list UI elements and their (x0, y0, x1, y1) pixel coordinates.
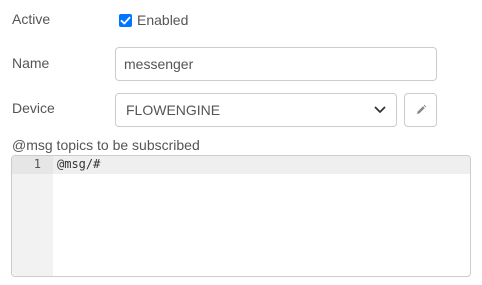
active-label: Active (12, 11, 51, 27)
active-row: Active Enabled (0, 0, 482, 40)
topics-label: @msg topics to be subscribed (12, 137, 200, 153)
device-row: Device FLOWENGINE (0, 92, 482, 128)
pencil-icon (416, 104, 426, 114)
checkmark-icon (120, 16, 131, 24)
device-select-value: FLOWENGINE (126, 102, 221, 118)
line-number: 1 (33, 157, 41, 171)
code-line[interactable]: @msg/# (57, 157, 100, 171)
chevron-down-icon (374, 106, 386, 113)
enabled-checkbox-label[interactable]: Enabled (137, 12, 188, 28)
edit-device-button[interactable] (404, 93, 437, 127)
name-label: Name (12, 55, 50, 71)
editor-gutter: 1 (12, 156, 53, 276)
device-select[interactable]: FLOWENGINE (115, 93, 397, 127)
name-input[interactable] (115, 47, 437, 81)
enabled-checkbox-control[interactable]: Enabled (119, 12, 188, 28)
name-row: Name (0, 46, 482, 82)
topics-code-editor[interactable]: 1 @msg/# (11, 155, 471, 277)
device-label: Device (12, 100, 55, 116)
enabled-checkbox[interactable] (119, 13, 132, 27)
node-config-form: Active Enabled Name Device FLOWENGINE (0, 0, 482, 285)
